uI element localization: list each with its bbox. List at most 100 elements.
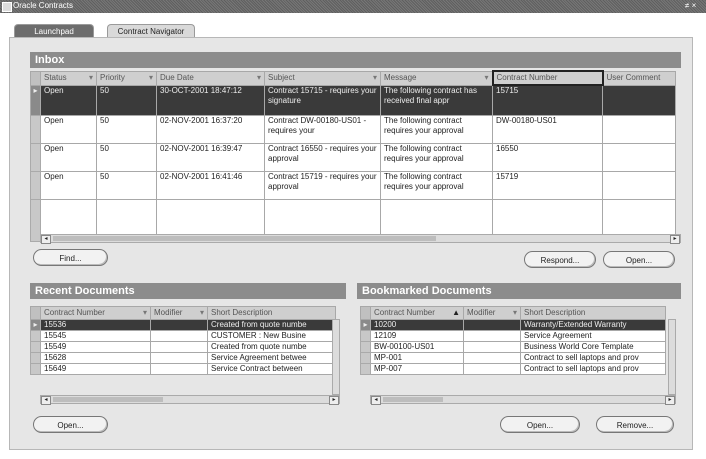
col-user-comment-header[interactable]: User Comment — [602, 70, 676, 86]
cell-contract-number[interactable]: MP-001 — [370, 352, 464, 364]
table-row[interactable]: 15545 CUSTOMER : New Busine — [30, 330, 336, 342]
col-contract-number-header[interactable]: Contract Number ▾ — [40, 306, 151, 320]
cell-user-comment[interactable] — [602, 170, 676, 200]
table-row[interactable]: 15649 Service Contract between — [30, 363, 336, 375]
cell-status[interactable]: Open — [40, 114, 97, 144]
table-row[interactable]: BW-00100-US01 Business World Core Templa… — [360, 341, 666, 353]
cell-contract-number[interactable]: 10200 — [370, 319, 464, 331]
cell-modifier[interactable] — [463, 363, 521, 375]
table-row[interactable]: ▸ 15536 Created from quote numbe — [30, 319, 336, 331]
cell-modifier[interactable] — [463, 330, 521, 342]
col-short-description-header[interactable]: Short Description — [520, 306, 666, 320]
col-subject-header[interactable]: Subject ▾ — [264, 70, 381, 86]
cell-short-description[interactable]: Service Agreement — [520, 330, 666, 342]
inbox-open-button[interactable]: Open... — [603, 251, 675, 268]
col-contract-number-header[interactable]: Contract Number ▲ — [370, 306, 464, 320]
cell-priority[interactable]: 50 — [96, 170, 157, 200]
cell-priority[interactable]: 50 — [96, 142, 157, 172]
table-row[interactable]: ▸ 10200 Warranty/Extended Warranty — [360, 319, 666, 331]
scroll-thumb[interactable] — [383, 397, 443, 402]
cell-modifier[interactable] — [463, 319, 521, 331]
cell-modifier[interactable] — [150, 363, 208, 375]
cell-modifier[interactable] — [150, 330, 208, 342]
table-row[interactable]: 15549 Created from quote numbe — [30, 341, 336, 353]
cell-contract-number[interactable]: 12109 — [370, 330, 464, 342]
col-status-header[interactable]: Status ▾ — [40, 70, 97, 86]
recent-open-button[interactable]: Open... — [33, 416, 108, 433]
respond-button[interactable]: Respond... — [524, 251, 596, 268]
cell-priority[interactable]: 50 — [96, 84, 157, 116]
col-modifier-header[interactable]: Modifier ▾ — [463, 306, 521, 320]
cell-modifier[interactable] — [463, 341, 521, 353]
cell-due-date[interactable]: 30-OCT-2001 18:47:12 — [156, 84, 265, 116]
cell-modifier[interactable] — [150, 319, 208, 331]
cell-short-description[interactable]: CUSTOMER : New Busine — [207, 330, 336, 342]
cell-contract-number[interactable]: 15536 — [40, 319, 151, 331]
scroll-left-icon[interactable]: ◂ — [41, 396, 51, 405]
cell-subject[interactable]: Contract 16550 - requires your approval — [264, 142, 381, 172]
cell-subject[interactable]: Contract DW-00180-US01 - requires your — [264, 114, 381, 144]
cell-user-comment[interactable] — [602, 142, 676, 172]
cell-short-description[interactable]: Created from quote numbe — [207, 341, 336, 353]
table-row[interactable]: 15628 Service Agreement betwee — [30, 352, 336, 364]
table-row[interactable]: Open 50 02-NOV-2001 16:39:47 Contract 16… — [30, 142, 676, 172]
cell-status[interactable]: Open — [40, 170, 97, 200]
cell-contract-number[interactable]: 15649 — [40, 363, 151, 375]
cell-contract-number[interactable]: 15545 — [40, 330, 151, 342]
cell-contract-number[interactable]: BW-00100-US01 — [370, 341, 464, 353]
scroll-thumb[interactable] — [53, 397, 163, 402]
cell-message[interactable]: The following contract has received fina… — [380, 84, 493, 116]
table-row[interactable]: Open 50 02-NOV-2001 16:37:20 Contract DW… — [30, 114, 676, 144]
find-button[interactable]: Find... — [33, 249, 108, 266]
cell-modifier[interactable] — [150, 341, 208, 353]
col-message-header[interactable]: Message ▾ — [380, 70, 493, 86]
cell-subject[interactable]: Contract 15719 - requires your approval — [264, 170, 381, 200]
col-contract-number-header[interactable]: Contract Number — [491, 70, 604, 86]
scroll-right-icon[interactable]: ▸ — [665, 396, 675, 405]
cell-contract-number[interactable]: 16550 — [492, 142, 603, 172]
recent-vertical-scrollbar[interactable] — [332, 319, 340, 395]
cell-contract-number[interactable]: 15719 — [492, 170, 603, 200]
scroll-left-icon[interactable]: ◂ — [371, 396, 381, 405]
cell-short-description[interactable]: Service Agreement betwee — [207, 352, 336, 364]
table-row[interactable]: MP-007 Contract to sell laptops and prov — [360, 363, 666, 375]
scroll-right-icon[interactable]: ▸ — [670, 235, 680, 244]
cell-subject[interactable]: Contract 15715 - requires your signature — [264, 84, 381, 116]
table-row[interactable]: ▸ Open 50 30-OCT-2001 18:47:12 Contract … — [30, 84, 676, 116]
cell-modifier[interactable] — [463, 352, 521, 364]
cell-modifier[interactable] — [150, 352, 208, 364]
cell-status[interactable]: Open — [40, 84, 97, 116]
cell-contract-number[interactable]: 15715 — [492, 84, 603, 116]
col-modifier-header[interactable]: Modifier ▾ — [150, 306, 208, 320]
bookmarked-open-button[interactable]: Open... — [500, 416, 580, 433]
cell-short-description[interactable]: Contract to sell laptops and prov — [520, 352, 666, 364]
cell-contract-number[interactable]: 15628 — [40, 352, 151, 364]
table-row[interactable]: MP-001 Contract to sell laptops and prov — [360, 352, 666, 364]
cell-due-date[interactable]: 02-NOV-2001 16:37:20 — [156, 114, 265, 144]
cell-short-description[interactable]: Contract to sell laptops and prov — [520, 363, 666, 375]
remove-button[interactable]: Remove... — [596, 416, 674, 433]
bookmarked-vertical-scrollbar[interactable] — [668, 319, 676, 395]
cell-user-comment[interactable] — [602, 114, 676, 144]
scroll-thumb[interactable] — [53, 236, 436, 241]
cell-short-description[interactable]: Created from quote numbe — [207, 319, 336, 331]
cell-contract-number[interactable]: MP-007 — [370, 363, 464, 375]
col-short-description-header[interactable]: Short Description — [207, 306, 336, 320]
inbox-horizontal-scrollbar[interactable]: ◂ ▸ — [40, 234, 681, 244]
cell-short-description[interactable]: Warranty/Extended Warranty — [520, 319, 666, 331]
window-controls[interactable]: ≠ × — [685, 1, 696, 10]
cell-user-comment[interactable] — [602, 84, 676, 116]
cell-contract-number[interactable]: 15549 — [40, 341, 151, 353]
cell-priority[interactable]: 50 — [96, 114, 157, 144]
cell-short-description[interactable]: Service Contract between — [207, 363, 336, 375]
recent-horizontal-scrollbar[interactable]: ◂ ▸ — [40, 395, 340, 405]
cell-contract-number[interactable]: DW-00180-US01 — [492, 114, 603, 144]
table-row[interactable]: Open 50 02-NOV-2001 16:41:46 Contract 15… — [30, 170, 676, 200]
cell-message[interactable]: The following contract requires your app… — [380, 142, 493, 172]
col-due-date-header[interactable]: Due Date ▾ — [156, 70, 265, 86]
scroll-right-icon[interactable]: ▸ — [329, 396, 339, 405]
cell-message[interactable]: The following contract requires your app… — [380, 170, 493, 200]
cell-message[interactable]: The following contract requires your app… — [380, 114, 493, 144]
scroll-left-icon[interactable]: ◂ — [41, 235, 51, 244]
col-priority-header[interactable]: Priority ▾ — [96, 70, 157, 86]
